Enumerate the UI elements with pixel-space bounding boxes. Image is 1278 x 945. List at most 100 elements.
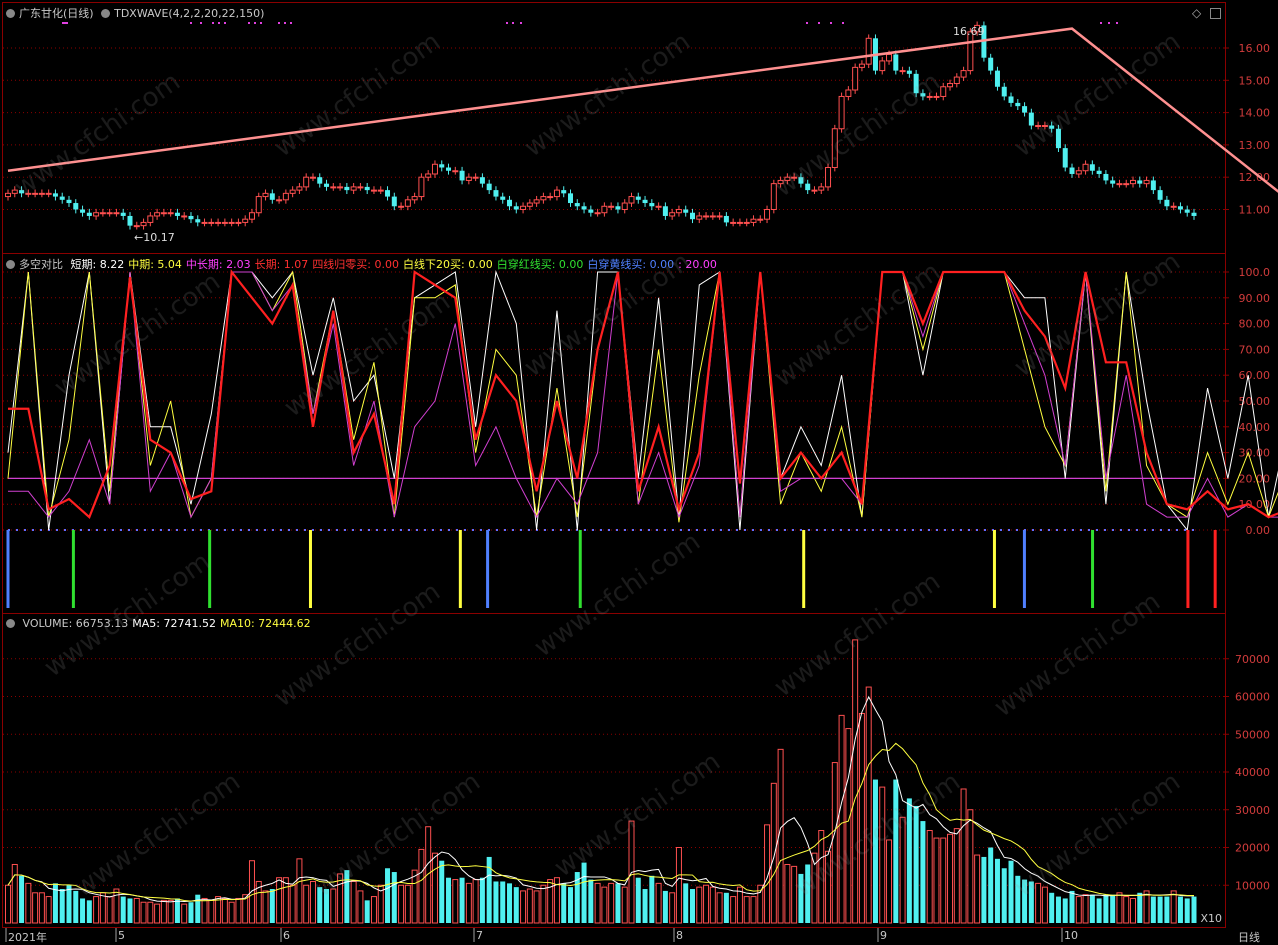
signal-dot — [806, 22, 808, 24]
volume-bar — [127, 898, 133, 923]
zero-line-dot — [968, 529, 970, 531]
candle-body — [465, 176, 472, 181]
volume-bar — [1143, 890, 1150, 924]
zero-line-dot — [384, 529, 386, 531]
zero-line-dot — [168, 529, 170, 531]
candle-body — [350, 186, 357, 191]
volume-bar — [1110, 894, 1116, 923]
volume-bar — [581, 862, 587, 923]
volume-bar — [174, 898, 180, 923]
candle-body — [1170, 205, 1177, 208]
zero-line-dot — [912, 529, 914, 531]
volume-bar — [66, 885, 72, 923]
volume-bar — [981, 856, 987, 923]
zero-line-dot — [720, 529, 722, 531]
volume-bar — [730, 896, 737, 924]
candle-body — [1069, 167, 1075, 174]
volume-bar — [370, 896, 377, 924]
volume-bar — [615, 883, 621, 923]
candle-body — [86, 212, 92, 216]
zero-line-dot — [728, 529, 730, 531]
zero-line-dot — [1096, 529, 1098, 531]
volume-bar — [99, 892, 106, 924]
volume-ma5-line — [7, 695, 1194, 903]
volume-bar — [11, 863, 18, 924]
candle-body — [886, 53, 893, 62]
candle-body — [296, 186, 303, 191]
candle-body — [513, 206, 519, 210]
zero-line-dot — [424, 529, 426, 531]
candle-body — [553, 189, 560, 198]
candle-body — [906, 70, 912, 74]
volume-bar — [805, 864, 811, 923]
candle-body — [858, 63, 865, 68]
candle-body — [798, 177, 804, 184]
zero-line-dot — [1104, 529, 1106, 531]
zero-line-dot — [1008, 529, 1010, 531]
buy-signal-bar — [1091, 530, 1095, 608]
period-label[interactable]: 日线 — [1238, 929, 1260, 945]
zero-line-dot — [744, 529, 746, 531]
volume-bar — [425, 826, 432, 924]
volume-bar — [493, 881, 499, 923]
zero-line-dot — [448, 529, 450, 531]
candle-body — [1150, 180, 1156, 191]
candle-body — [1055, 128, 1061, 149]
zero-line-dot — [160, 529, 162, 531]
signal-dot — [248, 22, 250, 24]
candle-body — [188, 215, 194, 220]
osc-tick-label: 100.0 — [1239, 266, 1271, 279]
candle-body — [1143, 179, 1150, 185]
volume-bar — [465, 882, 472, 924]
volume-bar — [418, 848, 425, 924]
zero-line-dot — [280, 529, 282, 531]
candle-body — [608, 205, 615, 208]
buy-signal-bar — [992, 530, 996, 608]
price-tick-label: 11.00 — [1239, 204, 1271, 217]
candle-body — [431, 163, 438, 175]
candle-body — [11, 189, 18, 194]
volume-bar — [601, 886, 608, 924]
volume-bar — [791, 865, 798, 924]
zero-line-dot — [368, 529, 370, 531]
volume-bar — [201, 897, 208, 924]
candle-body — [93, 212, 100, 217]
series-line-3 — [8, 269, 1278, 519]
volume-bar — [703, 884, 710, 924]
candle-body — [337, 186, 344, 189]
zero-line-dot — [736, 529, 738, 531]
zero-line-dot — [1032, 529, 1034, 531]
zero-line-dot — [432, 529, 434, 531]
signal-dot — [818, 22, 820, 24]
buy-signal-bar — [6, 530, 10, 608]
zero-line-dot — [776, 529, 778, 531]
zero-line-dot — [184, 529, 186, 531]
candle-body — [1028, 112, 1034, 126]
price-tick-label: 16.00 — [1239, 42, 1271, 55]
candle-body — [370, 189, 377, 192]
zero-line-dot — [1192, 529, 1194, 531]
volume-bar — [1137, 892, 1143, 923]
zero-line-dot — [344, 529, 346, 531]
candle-body — [1116, 183, 1123, 186]
zero-line-dot — [24, 529, 26, 531]
zero-line-dot — [40, 529, 42, 531]
candle-body — [736, 221, 743, 224]
candle-body — [649, 203, 655, 207]
volume-bar — [520, 890, 527, 924]
volume-bar — [195, 894, 201, 923]
volume-bar — [385, 868, 391, 923]
candle-body — [425, 173, 432, 178]
volume-bar — [1035, 882, 1042, 924]
volume-bar — [398, 884, 405, 924]
volume-bar — [1150, 896, 1156, 923]
volume-bar — [324, 889, 330, 923]
osc-tick-label: 70.00 — [1239, 343, 1271, 356]
chart-canvas[interactable]: 16.0015.0014.0013.0012.0011.0016.69←10.1… — [0, 0, 1278, 945]
zero-line-dot — [1112, 529, 1114, 531]
candle-body — [1049, 125, 1055, 129]
signal-dot — [66, 22, 68, 24]
candle-body — [195, 219, 201, 223]
volume-bar — [940, 837, 947, 924]
zero-line-dot — [320, 529, 322, 531]
